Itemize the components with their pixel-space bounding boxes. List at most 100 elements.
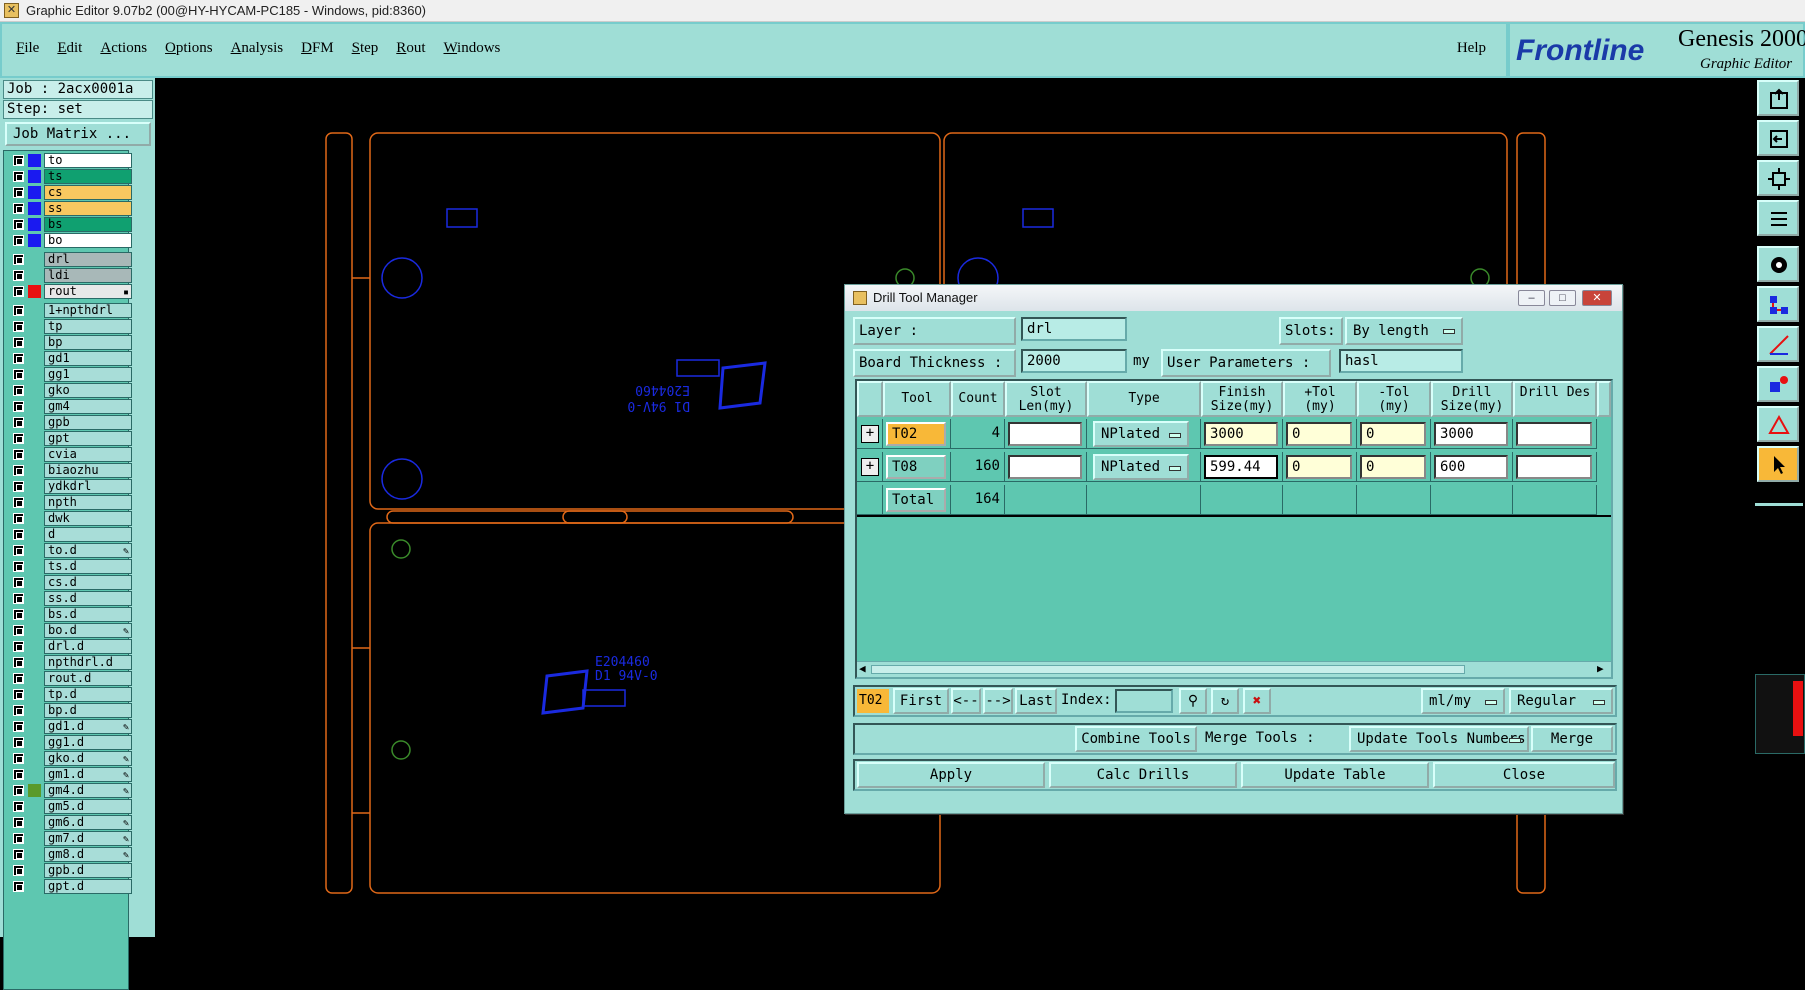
layer-name[interactable]: bp.d	[44, 703, 132, 718]
menu-analysis[interactable]: Analysis	[231, 40, 284, 57]
type-option-menu[interactable]: NPlated	[1093, 454, 1189, 480]
layer-name[interactable]: ss.d	[44, 591, 132, 606]
layer-color-swatch[interactable]	[28, 624, 41, 637]
prev-button[interactable]: <--	[951, 688, 981, 714]
layer-checkbox[interactable]	[13, 785, 24, 796]
layer-checkbox[interactable]	[13, 593, 24, 604]
layer-checkbox[interactable]	[13, 609, 24, 620]
layer-color-swatch[interactable]	[28, 400, 41, 413]
expand-icon[interactable]: +	[861, 458, 879, 476]
layer-row-drl.d[interactable]: drl.d	[8, 639, 132, 654]
units-option-menu[interactable]: ml/my	[1421, 688, 1505, 714]
menu-edit[interactable]: Edit	[57, 40, 82, 57]
layer-checkbox[interactable]	[13, 417, 24, 428]
plus-tol-input[interactable]: 0	[1286, 455, 1352, 479]
tool-button[interactable]: T08	[886, 455, 946, 479]
layer-color-swatch[interactable]	[28, 304, 41, 317]
layer-color-swatch[interactable]	[28, 560, 41, 573]
layer-color-swatch[interactable]	[28, 640, 41, 653]
layer-color-swatch[interactable]	[28, 480, 41, 493]
layer-name[interactable]: gm7.d ✎	[44, 831, 132, 846]
layer-row-ts[interactable]: ts	[8, 169, 132, 184]
layer-color-swatch[interactable]	[28, 170, 41, 183]
menu-options[interactable]: Options	[165, 40, 213, 57]
layer-checkbox[interactable]	[13, 689, 24, 700]
layer-name[interactable]: gm8.d ✎	[44, 847, 132, 862]
tool-button-2[interactable]	[1757, 120, 1799, 156]
layer-row-bs[interactable]: bs	[8, 217, 132, 232]
scroll-left-icon[interactable]: ◀	[859, 662, 866, 675]
layer-row-gm4.d[interactable]: gm4.d ✎	[8, 783, 132, 798]
layer-color-swatch[interactable]	[28, 752, 41, 765]
layer-checkbox[interactable]	[13, 171, 24, 182]
layer-checkbox[interactable]	[13, 673, 24, 684]
layer-color-swatch[interactable]	[28, 544, 41, 557]
layer-name[interactable]: ts	[44, 169, 132, 184]
layer-row-cs.d[interactable]: cs.d	[8, 575, 132, 590]
tool-button-4[interactable]	[1757, 200, 1799, 236]
layer-name[interactable]: gm5.d	[44, 799, 132, 814]
layer-checkbox[interactable]	[13, 305, 24, 316]
apply-button[interactable]: Apply	[857, 762, 1045, 788]
drill-des-input[interactable]	[1516, 455, 1592, 479]
layer-name[interactable]: ydkdrl	[44, 479, 132, 494]
calc-drills-button[interactable]: Calc Drills	[1049, 762, 1237, 788]
board-thickness-field[interactable]: 2000	[1021, 349, 1127, 373]
tool-button-9[interactable]	[1757, 406, 1799, 442]
layer-name[interactable]: gd1.d ✎	[44, 719, 132, 734]
layer-name[interactable]: gm6.d ✎	[44, 815, 132, 830]
layer-color-swatch[interactable]	[28, 864, 41, 877]
layer-checkbox[interactable]	[13, 721, 24, 732]
first-button[interactable]: First	[893, 688, 949, 714]
layer-row-to[interactable]: to	[8, 153, 132, 168]
layer-checkbox[interactable]	[13, 449, 24, 460]
layer-color-swatch[interactable]	[28, 672, 41, 685]
refresh-button[interactable]: ↻	[1211, 688, 1239, 714]
layer-checkbox[interactable]	[13, 865, 24, 876]
layer-name[interactable]: bp	[44, 335, 132, 350]
layer-color-swatch[interactable]	[28, 234, 41, 247]
layer-color-swatch[interactable]	[28, 253, 41, 266]
job-matrix-button[interactable]: Job Matrix ...	[5, 122, 151, 146]
layer-color-swatch[interactable]	[28, 496, 41, 509]
layer-color-swatch[interactable]	[28, 704, 41, 717]
layer-color-swatch[interactable]	[28, 736, 41, 749]
layer-row-1+npthdrl[interactable]: 1+npthdrl	[8, 303, 132, 318]
menu-dfm[interactable]: DFM	[301, 40, 334, 57]
layer-name[interactable]: npthdrl.d	[44, 655, 132, 670]
next-button[interactable]: -->	[983, 688, 1013, 714]
layer-name[interactable]: gg1.d	[44, 735, 132, 750]
plus-tol-input[interactable]: 0	[1286, 422, 1352, 446]
layer-row-gg1.d[interactable]: gg1.d	[8, 735, 132, 750]
layer-color-swatch[interactable]	[28, 768, 41, 781]
mode-option-menu[interactable]: Regular	[1509, 688, 1613, 714]
combine-tools-button[interactable]: Combine Tools	[1075, 726, 1197, 752]
layer-row-bp.d[interactable]: bp.d	[8, 703, 132, 718]
layer-checkbox[interactable]	[13, 561, 24, 572]
tool-button-select[interactable]	[1757, 446, 1799, 482]
layer-name[interactable]: gpt.d	[44, 879, 132, 894]
layer-row-gg1[interactable]: gg1	[8, 367, 132, 382]
minus-tol-input[interactable]: 0	[1360, 455, 1426, 479]
type-option-menu[interactable]: NPlated	[1093, 421, 1189, 447]
layer-row-gko.d[interactable]: gko.d ✎	[8, 751, 132, 766]
layer-row-gd1.d[interactable]: gd1.d ✎	[8, 719, 132, 734]
layer-row-gm1.d[interactable]: gm1.d ✎	[8, 767, 132, 782]
layer-row-gd1[interactable]: gd1	[8, 351, 132, 366]
layer-name[interactable]: to.d ✎	[44, 543, 132, 558]
layer-checkbox[interactable]	[13, 481, 24, 492]
merge-button[interactable]: Merge	[1531, 726, 1613, 752]
layer-checkbox[interactable]	[13, 270, 24, 281]
layer-checkbox[interactable]	[13, 254, 24, 265]
layer-name[interactable]: cs	[44, 185, 132, 200]
scrollbar-thumb[interactable]	[871, 665, 1465, 674]
layer-checkbox[interactable]	[13, 641, 24, 652]
tool-button-3[interactable]	[1757, 160, 1799, 196]
layer-name[interactable]: bo	[44, 233, 132, 248]
layer-row-bo[interactable]: bo	[8, 233, 132, 248]
layer-row-ts.d[interactable]: ts.d	[8, 559, 132, 574]
drill-size-input[interactable]: 600	[1434, 455, 1508, 479]
layer-name[interactable]: gm4.d ✎	[44, 783, 132, 798]
layer-row-d[interactable]: d	[8, 527, 132, 542]
layer-color-swatch[interactable]	[28, 186, 41, 199]
